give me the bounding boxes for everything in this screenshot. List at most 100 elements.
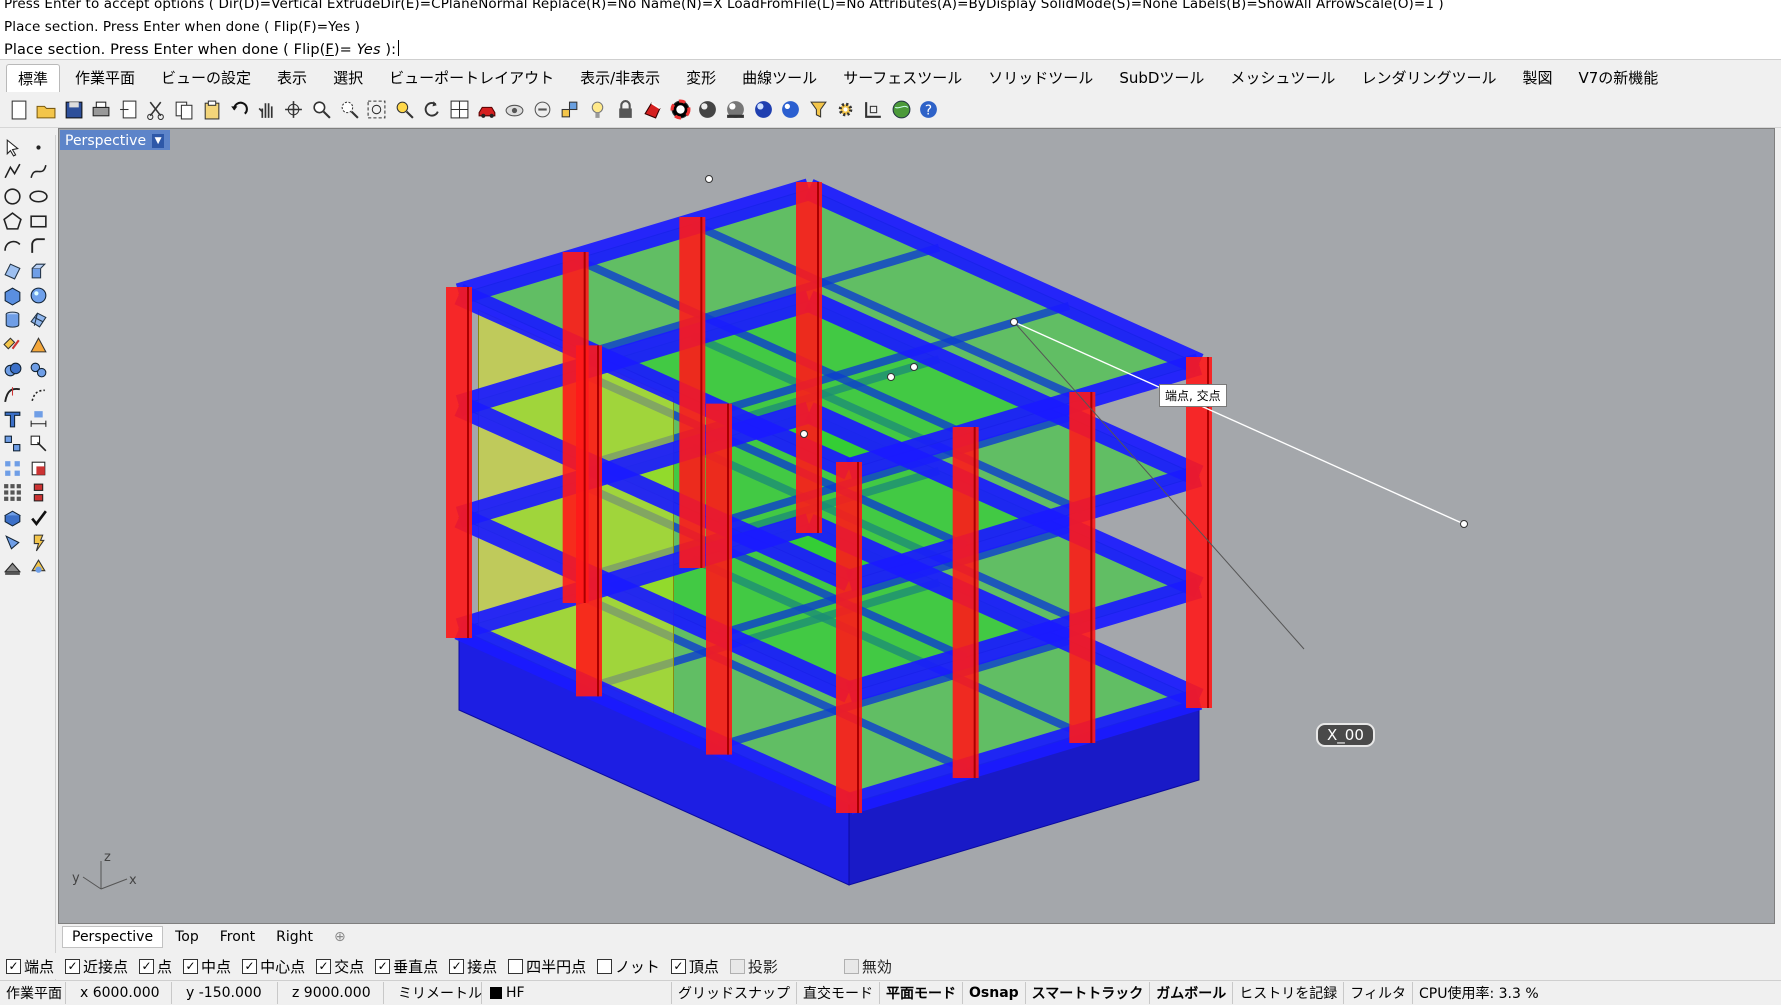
trim-icon[interactable] bbox=[0, 382, 24, 406]
tab-14[interactable]: 製図 bbox=[1511, 64, 1563, 92]
osnap-item[interactable]: ✓ 点 bbox=[139, 956, 172, 977]
osnap-item[interactable]: ✓ 端点 bbox=[6, 956, 54, 977]
status-layer[interactable]: HF bbox=[482, 982, 672, 1004]
grid-snap-icon[interactable] bbox=[861, 98, 885, 122]
zoom-window-icon[interactable] bbox=[337, 98, 361, 122]
status-gumball[interactable]: ガムボール bbox=[1150, 982, 1234, 1004]
osnap-item[interactable]: ✓ 頂点 bbox=[670, 956, 719, 977]
block-icon[interactable] bbox=[0, 506, 24, 530]
fillet-icon[interactable] bbox=[26, 234, 50, 258]
rendered-sphere-icon[interactable] bbox=[723, 98, 747, 122]
status-units[interactable]: ミリメートル bbox=[384, 982, 482, 1004]
mesh-icon[interactable] bbox=[26, 308, 50, 332]
options-gear-icon[interactable] bbox=[834, 98, 858, 122]
align-icon[interactable] bbox=[26, 431, 50, 455]
status-planar[interactable]: 平面モード bbox=[880, 982, 963, 1004]
tab-8[interactable]: 曲線ツール bbox=[731, 64, 828, 92]
osnap-checkbox[interactable]: ✓ bbox=[375, 958, 391, 974]
status-cplane[interactable]: 作業平面 bbox=[0, 982, 66, 1004]
osnap-checkbox[interactable]: ✓ bbox=[242, 958, 258, 974]
tab-10[interactable]: ソリッドツール bbox=[977, 64, 1104, 92]
osnap-disable[interactable]: 無効 bbox=[843, 956, 892, 977]
zoom-extents-icon[interactable] bbox=[365, 98, 389, 122]
car-icon[interactable] bbox=[475, 98, 499, 122]
command-prompt[interactable]: Place section. Press Enter when done ( F… bbox=[4, 40, 400, 58]
ellipse-icon[interactable] bbox=[26, 184, 50, 208]
add-viewport-tab-icon[interactable]: ⊕ bbox=[325, 927, 355, 947]
osnap-item[interactable]: 投影 bbox=[729, 956, 778, 977]
osnap-item[interactable]: ✓ 交点 bbox=[316, 956, 364, 977]
grid-array-icon[interactable] bbox=[0, 481, 24, 505]
polygon-icon[interactable] bbox=[0, 209, 24, 233]
tab-0[interactable]: 標準 bbox=[6, 63, 61, 93]
lock-icon[interactable] bbox=[613, 98, 637, 122]
circle-icon[interactable] bbox=[0, 184, 24, 208]
print-icon[interactable] bbox=[89, 98, 113, 122]
rectangle-icon[interactable] bbox=[26, 209, 50, 233]
zoom-selected-icon[interactable] bbox=[392, 98, 416, 122]
import-icon[interactable] bbox=[116, 98, 140, 122]
split-icon[interactable] bbox=[26, 333, 50, 357]
tab-6[interactable]: 表示/非表示 bbox=[569, 64, 671, 92]
color-wheel-icon[interactable] bbox=[668, 98, 692, 122]
polyline-icon[interactable] bbox=[0, 160, 24, 184]
osnap-item[interactable]: 四半円点 bbox=[508, 956, 586, 977]
surface-icon[interactable] bbox=[0, 259, 24, 283]
command-option-key[interactable]: F bbox=[325, 42, 333, 58]
status-osnap[interactable]: Osnap bbox=[963, 982, 1026, 1004]
osnap-item[interactable]: ✓ 中心点 bbox=[242, 956, 305, 977]
viewport-tab-front[interactable]: Front bbox=[211, 927, 264, 947]
osnap-item[interactable]: ✓ 垂直点 bbox=[375, 956, 438, 977]
command-option-flip[interactable]: Yes bbox=[357, 42, 381, 58]
osnap-item[interactable]: ✓ 中点 bbox=[183, 956, 231, 977]
rotate-view-icon[interactable] bbox=[282, 98, 306, 122]
globe-icon[interactable] bbox=[889, 98, 913, 122]
select-icon[interactable] bbox=[0, 135, 24, 159]
cut-icon[interactable] bbox=[144, 98, 168, 122]
explode-icon[interactable] bbox=[0, 333, 24, 357]
curve-icon[interactable] bbox=[26, 160, 50, 184]
osnap-checkbox[interactable]: ✓ bbox=[65, 958, 81, 974]
osnap-item[interactable]: ✓ 接点 bbox=[449, 956, 497, 977]
array-icon[interactable] bbox=[0, 431, 24, 455]
perspective-viewport[interactable]: Perspective ▼ 端点, 交点 X_00 x y z bbox=[58, 128, 1775, 924]
undo-view-icon[interactable] bbox=[420, 98, 444, 122]
osnap-checkbox[interactable]: ✓ bbox=[316, 958, 332, 974]
check-icon[interactable] bbox=[26, 506, 50, 530]
four-viewports-icon[interactable] bbox=[448, 98, 472, 122]
viewport-tab-right[interactable]: Right bbox=[267, 927, 322, 947]
osnap-item[interactable]: ノット bbox=[597, 956, 660, 977]
status-smarttrack[interactable]: スマートトラック bbox=[1026, 982, 1151, 1004]
osnap-checkbox[interactable]: ✓ bbox=[670, 958, 686, 974]
scale-icon[interactable] bbox=[26, 456, 50, 480]
osnap-checkbox[interactable]: ✓ bbox=[449, 958, 465, 974]
zoom-icon[interactable] bbox=[310, 98, 334, 122]
point-icon[interactable] bbox=[26, 135, 50, 159]
osnap-disable-checkbox[interactable] bbox=[843, 958, 859, 974]
tab-15[interactable]: V7の新機能 bbox=[1567, 64, 1669, 92]
osnap-checkbox[interactable] bbox=[729, 958, 745, 974]
viewport-title[interactable]: Perspective ▼ bbox=[60, 130, 171, 150]
viewport-tab-top[interactable]: Top bbox=[166, 927, 208, 947]
status-ortho[interactable]: 直交モード bbox=[797, 982, 880, 1004]
show-icon[interactable] bbox=[530, 98, 554, 122]
viewport-menu-arrow-icon[interactable]: ▼ bbox=[152, 133, 165, 148]
group-icon[interactable] bbox=[26, 481, 50, 505]
status-filter[interactable]: フィルタ bbox=[1344, 982, 1413, 1004]
viewport-tab-perspective[interactable]: Perspective bbox=[62, 926, 164, 948]
open-file-icon[interactable] bbox=[34, 98, 58, 122]
arc-icon[interactable] bbox=[0, 234, 24, 258]
render-icon[interactable] bbox=[751, 98, 775, 122]
point-edit-icon[interactable] bbox=[558, 98, 582, 122]
osnap-checkbox[interactable]: ✓ bbox=[183, 958, 199, 974]
tab-5[interactable]: ビューポートレイアウト bbox=[378, 64, 565, 92]
sphere-blue-icon[interactable] bbox=[779, 98, 803, 122]
tab-4[interactable]: 選択 bbox=[322, 64, 374, 92]
sphere-icon[interactable] bbox=[26, 283, 50, 307]
cylinder-icon[interactable] bbox=[0, 308, 24, 332]
dim-icon[interactable] bbox=[26, 407, 50, 431]
layer-icon[interactable] bbox=[0, 555, 24, 579]
render-icon[interactable] bbox=[26, 530, 50, 554]
analyze-icon[interactable] bbox=[0, 530, 24, 554]
tab-1[interactable]: 作業平面 bbox=[64, 64, 146, 92]
